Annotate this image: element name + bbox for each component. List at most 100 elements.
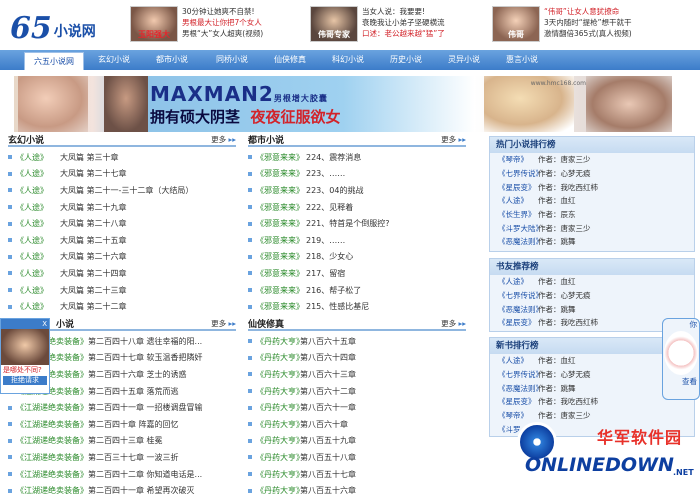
ad-line[interactable]: 男根“大”女人超爽(视频) (182, 28, 263, 39)
top-ad-2[interactable]: 伟哥专家 当女人说：我要要! 衰晚我让小弟子坚硬横流 口述：老公越来越“猛”了 (310, 6, 445, 44)
chapter-link[interactable]: 第八百六十四章 (300, 352, 356, 363)
book-link[interactable]: 《江湖递绝卖装备》 (16, 402, 88, 413)
list-item[interactable]: 《江湖递绝卖装备》 第二百四十三章 桂冕 (8, 433, 236, 450)
list-item[interactable]: 《邪意来来》 223、04的挑战 (248, 182, 466, 199)
chapter-link[interactable]: 217、留宿 (306, 268, 345, 279)
list-item[interactable]: 《邪意来来》 217、留宿 (248, 265, 466, 282)
list-item[interactable]: 《人途》 大凤篇 第二十三章 (8, 282, 236, 299)
list-item[interactable]: 《江湖递绝卖装备》 第二百四十二章 你知道电话是... (8, 466, 236, 483)
chapter-link[interactable]: 第二百四十一章 希望再次破灭 (88, 485, 195, 496)
chapter-link[interactable]: 218、少女心 (306, 251, 353, 262)
book-link[interactable]: 《丹药大亨》 (256, 485, 304, 496)
chapter-link[interactable]: 221、特首是个倒服控? (306, 218, 390, 229)
book-link[interactable]: 《七界传说》 (498, 369, 543, 380)
list-item[interactable]: 《人途》 大凤篇 第二十九章 (8, 199, 236, 216)
list-item[interactable]: 《人途》 大凤篇 第二十一-三十二章（大结局） (8, 182, 236, 199)
book-link[interactable]: 《邪意来来》 (256, 218, 306, 229)
book-link[interactable]: 《丹药大亨》 (256, 352, 304, 363)
book-link[interactable]: 《江湖递绝卖装备》 (16, 469, 88, 480)
list-item[interactable]: 《人途》 大凤篇 第三十章 (8, 149, 236, 166)
ad-line[interactable]: 3天内随时“提枪”想干就干 (544, 17, 632, 28)
rank-item[interactable]: 《七界传说》 作者：心梦无痕 (490, 167, 694, 181)
book-link[interactable]: 《邪意来来》 (256, 285, 306, 296)
floating-chat-left[interactable]: X 是哪处不同? 拒绝请求 (0, 318, 50, 394)
book-link[interactable]: 《人途》 (16, 235, 60, 246)
chapter-link[interactable]: 第二百四十二章 你知道电话是... (88, 469, 202, 480)
chapter-link[interactable]: 216、帮子松了 (306, 285, 361, 296)
list-item[interactable]: 《人途》 大凤篇 第二十四章 (8, 265, 236, 282)
ad-line[interactable]: 口述：老公越来越“猛”了 (362, 28, 445, 39)
nav-item-kehuan[interactable]: 科幻小说 (318, 50, 378, 70)
more-link[interactable]: 更多 ▸▸ (211, 318, 236, 329)
list-item[interactable]: 《人途》 大凤篇 第二十五章 (8, 232, 236, 249)
chapter-link[interactable]: 大凤篇 第三十章 (60, 152, 119, 163)
list-item[interactable]: 《邪意来来》 215、性感比基尼 (248, 298, 466, 315)
book-link[interactable]: 《丹药大亨》 (256, 369, 304, 380)
list-item[interactable]: 《江湖递绝卖装备》 第二百三十七章 一波三折 (8, 449, 236, 466)
view-button[interactable]: 查看 (663, 375, 699, 389)
list-item[interactable]: 《邪意来来》 221、特首是个倒服控? (248, 215, 466, 232)
book-link[interactable]: 《丹药大亨》 (256, 435, 304, 446)
chapter-link[interactable]: 大凤篇 第二十四章 (60, 268, 127, 279)
chapter-link[interactable]: 第八百六十三章 (300, 369, 356, 380)
ad-line[interactable]: 衰晚我让小弟子坚硬横流 (362, 17, 445, 28)
book-link[interactable]: 《丹药大亨》 (256, 419, 304, 430)
list-item[interactable]: 《丹药大亨》 第八百六十五章 (248, 333, 466, 350)
chat-question[interactable]: 是哪处不同? (1, 365, 49, 375)
rank-item[interactable]: 《恶魔法则》 作者：跳舞 (490, 235, 694, 249)
chapter-link[interactable]: 大凤篇 第二十七章 (60, 168, 127, 179)
reject-button[interactable]: 拒绝请求 (3, 376, 47, 385)
book-link[interactable]: 《邪意来来》 (256, 251, 306, 262)
book-link[interactable]: 《邪意来来》 (256, 202, 306, 213)
book-link[interactable]: 《星辰变》 (498, 396, 538, 407)
book-link[interactable]: 《邪意来来》 (256, 268, 306, 279)
chapter-link[interactable]: 第八百五十九章 (300, 435, 356, 446)
chapter-link[interactable]: 222、见释着 (306, 202, 353, 213)
chapter-link[interactable]: 第二百四十章 阵嘉的回忆 (88, 419, 179, 430)
list-item[interactable]: 《江湖递绝卖装备》 第二百四十章 阵嘉的回忆 (8, 416, 236, 433)
nav-item-huiyan[interactable]: 惠言小说 (492, 50, 552, 70)
rank-item[interactable]: 《琴帝》 作者：唐家三少 (490, 153, 694, 167)
chapter-link[interactable]: 第二百四十七章 软玉温香把隣奸 (88, 352, 203, 363)
book-link[interactable]: 《星辰变》 (498, 317, 538, 328)
list-item[interactable]: 《丹药大亨》 第八百六十一章 (248, 399, 466, 416)
chapter-link[interactable]: 223、…… (306, 168, 345, 179)
chapter-link[interactable]: 大凤篇 第二十一-三十二章（大结局） (60, 185, 193, 196)
nav-item-lishi[interactable]: 历史小说 (376, 50, 436, 70)
book-link[interactable]: 《邪意来来》 (256, 235, 306, 246)
list-item[interactable]: 《人途》 大凤篇 第二十七章 (8, 166, 236, 183)
nav-item-xianxia[interactable]: 仙侠修真 (260, 50, 320, 70)
rank-item[interactable]: 《星辰变》 作者：我吃西红柿 (490, 180, 694, 194)
book-link[interactable]: 《七界传说》 (498, 168, 543, 179)
chapter-link[interactable]: 219、…… (306, 235, 345, 246)
list-item[interactable]: 《丹药大亨》 第八百六十三章 (248, 366, 466, 383)
list-item[interactable]: 《丹药大亨》 第八百五十六章 (248, 482, 466, 499)
chapter-link[interactable]: 215、性感比基尼 (306, 301, 369, 312)
book-link[interactable]: 《人途》 (16, 301, 60, 312)
book-link[interactable]: 《丹药大亨》 (256, 386, 304, 397)
book-link[interactable]: 《琴帝》 (498, 154, 538, 165)
book-link[interactable]: 《邪意来来》 (256, 152, 306, 163)
nav-item-home[interactable]: 六五小说网 (24, 52, 84, 70)
chapter-link[interactable]: 第八百六十二章 (300, 386, 356, 397)
book-link[interactable]: 《江湖递绝卖装备》 (16, 435, 88, 446)
chapter-link[interactable]: 224、震荐消息 (306, 152, 361, 163)
book-link[interactable]: 《丹药大亨》 (256, 402, 304, 413)
book-link[interactable]: 《人途》 (16, 185, 60, 196)
more-link[interactable]: 更多 ▸▸ (441, 134, 466, 145)
book-link[interactable]: 《人途》 (16, 218, 60, 229)
list-item[interactable]: 《邪意来来》 224、震荐消息 (248, 149, 466, 166)
chapter-link[interactable]: 大凤篇 第二十三章 (60, 285, 127, 296)
book-link[interactable]: 《邪意来来》 (256, 301, 306, 312)
book-link[interactable]: 《邪意来来》 (256, 168, 306, 179)
chapter-link[interactable]: 第八百六十章 (300, 419, 348, 430)
book-link[interactable]: 《人途》 (498, 355, 538, 366)
list-item[interactable]: 《丹药大亨》 第八百五十八章 (248, 449, 466, 466)
list-item[interactable]: 《丹药大亨》 第八百五十七章 (248, 466, 466, 483)
book-link[interactable]: 《邪意来来》 (256, 185, 306, 196)
book-link[interactable]: 《星辰变》 (498, 182, 538, 193)
book-link[interactable]: 《丹药大亨》 (256, 452, 304, 463)
list-item[interactable]: 《江湖递绝卖装备》 第二百四十一章 希望再次破灭 (8, 482, 236, 499)
book-link[interactable]: 《丹药大亨》 (256, 469, 304, 480)
chapter-link[interactable]: 第二百三十七章 一波三折 (88, 452, 179, 463)
